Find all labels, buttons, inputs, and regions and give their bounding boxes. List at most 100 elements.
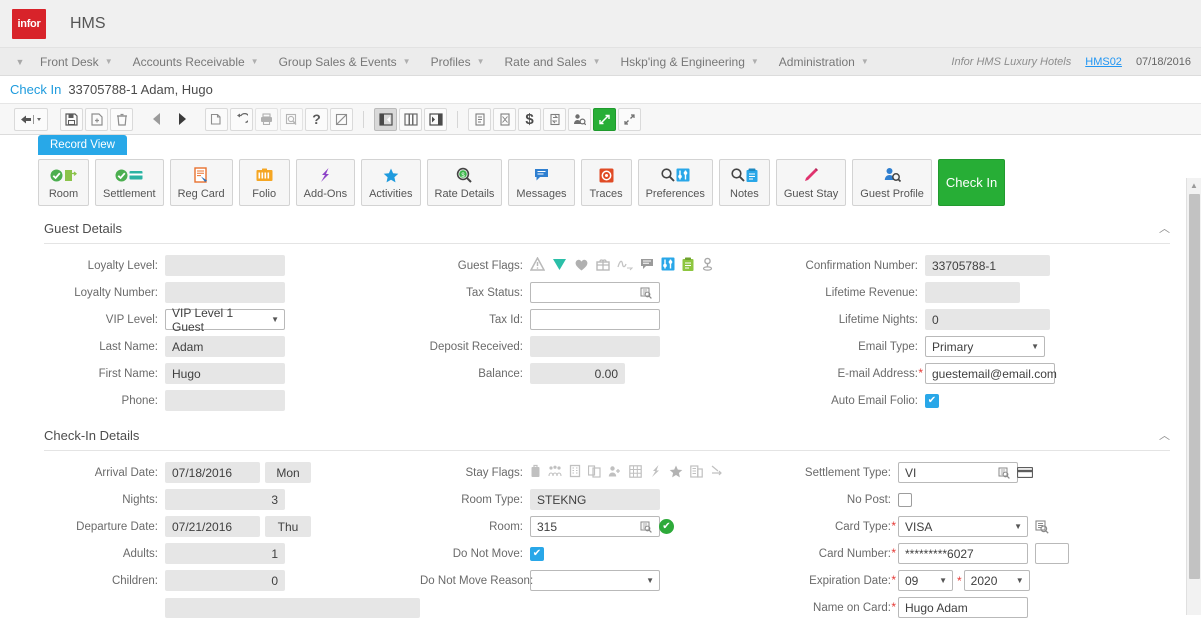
heart-icon[interactable]: [574, 258, 589, 274]
property-link[interactable]: HMS02: [1085, 56, 1122, 68]
expand-button[interactable]: [593, 108, 616, 131]
action-settlement-button[interactable]: Settlement: [95, 159, 164, 206]
tax-id-input[interactable]: [530, 309, 660, 330]
help-button[interactable]: ?: [305, 108, 328, 131]
notes-button[interactable]: [330, 108, 353, 131]
vip-level-select[interactable]: VIP Level 1 Guest ▼: [165, 309, 285, 330]
menu-item-rate-and-sales[interactable]: Rate and Sales ▼: [495, 48, 611, 76]
first-name-input[interactable]: Hugo: [165, 363, 285, 384]
deposit-received-input[interactable]: [530, 336, 660, 357]
departure-date-input[interactable]: 07/21/2016: [165, 516, 260, 537]
no-move-icon[interactable]: [710, 465, 723, 481]
lifetime-nights-input[interactable]: 0: [925, 309, 1050, 330]
preferences-blue-icon[interactable]: [661, 257, 675, 274]
card-lookup-icon[interactable]: [1035, 520, 1049, 534]
action-room-button[interactable]: Room: [38, 159, 89, 206]
card-cvv-input[interactable]: [1035, 543, 1069, 564]
card-type-select[interactable]: VISA ▼: [898, 516, 1028, 537]
copy-button[interactable]: [205, 108, 228, 131]
save-button[interactable]: [60, 108, 83, 131]
lifetime-revenue-input[interactable]: [925, 282, 1020, 303]
action-guest-profile-button[interactable]: Guest Profile: [852, 159, 932, 206]
room-type-input[interactable]: STEKNG: [530, 489, 660, 510]
menu-collapse-caret-icon[interactable]: ▼: [10, 57, 30, 67]
checkout-doc-button[interactable]: [493, 108, 516, 131]
action-preferences-button[interactable]: Preferences: [638, 159, 713, 206]
do-not-move-reason-select[interactable]: ▼: [530, 570, 660, 591]
previous-record-button[interactable]: [145, 108, 168, 131]
lookup-icon[interactable]: [998, 467, 1010, 479]
search-button[interactable]: [280, 108, 303, 131]
checkin-doc-button[interactable]: [468, 108, 491, 131]
location-pin-icon[interactable]: [701, 257, 714, 274]
menu-item-administration[interactable]: Administration ▼: [769, 48, 879, 76]
adults-input[interactable]: 1: [165, 543, 285, 564]
chevron-up-icon[interactable]: ︿: [1159, 220, 1170, 236]
share-guest-icon[interactable]: [608, 465, 622, 481]
credit-card-icon[interactable]: [1017, 467, 1033, 478]
do-not-move-checkbox[interactable]: ✔: [530, 547, 544, 561]
action-add-ons-button[interactable]: Add-Ons: [296, 159, 355, 206]
room-move-button[interactable]: [543, 108, 566, 131]
nights-input[interactable]: 3: [165, 489, 285, 510]
scrollbar-thumb[interactable]: [1189, 194, 1200, 579]
expiration-year-select[interactable]: 2020 ▼: [964, 570, 1030, 591]
scroll-up-arrow-icon[interactable]: ▲: [1187, 178, 1201, 192]
vertical-scrollbar[interactable]: ▲: [1186, 178, 1201, 615]
back-button[interactable]: [14, 108, 48, 131]
tab-record-view[interactable]: Record View: [38, 135, 127, 155]
arrival-date-input[interactable]: 07/18/2016: [165, 462, 260, 483]
menu-item-accounts-receivable[interactable]: Accounts Receivable ▼: [123, 48, 269, 76]
new-record-button[interactable]: [85, 108, 108, 131]
action-messages-button[interactable]: Messages: [508, 159, 574, 206]
warning-triangle-icon[interactable]: [530, 257, 545, 274]
menu-item-hskping-engineering[interactable]: Hskp'ing & Engineering ▼: [611, 48, 769, 76]
group-icon[interactable]: [548, 465, 562, 481]
copy-rooms-icon[interactable]: [588, 465, 601, 481]
email-type-select[interactable]: Primary ▼: [925, 336, 1045, 357]
guest-lookup-button[interactable]: [568, 108, 591, 131]
lookup-icon[interactable]: [640, 521, 652, 533]
confirmation-number-input[interactable]: 33705788-1: [925, 255, 1050, 276]
speech-flag-icon[interactable]: [640, 258, 654, 274]
children-input[interactable]: 0: [165, 570, 285, 591]
undo-button[interactable]: [230, 108, 253, 131]
panel-split-button[interactable]: [399, 108, 422, 131]
no-post-checkbox[interactable]: [898, 493, 912, 507]
company-icon[interactable]: [690, 465, 703, 481]
page-title-link[interactable]: Check In: [10, 82, 61, 97]
action-guest-stay-button[interactable]: Guest Stay: [776, 159, 846, 206]
collapse-button[interactable]: [618, 108, 641, 131]
grid-icon[interactable]: [629, 465, 642, 481]
expiration-month-select[interactable]: 09 ▼: [898, 570, 953, 591]
lookup-icon[interactable]: [640, 287, 652, 299]
building-icon[interactable]: [569, 464, 581, 481]
action-activities-button[interactable]: Activities: [361, 159, 420, 206]
delete-button[interactable]: [110, 108, 133, 131]
action-reg-card-button[interactable]: Reg Card: [170, 159, 233, 206]
print-button[interactable]: [255, 108, 278, 131]
action-traces-button[interactable]: Traces: [581, 159, 632, 206]
clipboard-green-icon[interactable]: [682, 257, 694, 275]
action-notes-button[interactable]: Notes: [719, 159, 770, 206]
loyalty-level-input[interactable]: [165, 255, 285, 276]
last-name-input[interactable]: Adam: [165, 336, 285, 357]
loyalty-number-input[interactable]: [165, 282, 285, 303]
upgrade-arrow-icon[interactable]: [649, 464, 662, 481]
balance-input[interactable]: 0.00: [530, 363, 625, 384]
down-triangle-icon[interactable]: [552, 257, 567, 274]
action-folio-button[interactable]: Folio: [239, 159, 290, 206]
star-icon[interactable]: [669, 465, 683, 481]
gift-icon[interactable]: [596, 257, 610, 274]
menu-item-group-sales-events[interactable]: Group Sales & Events ▼: [269, 48, 421, 76]
next-record-button[interactable]: [170, 108, 193, 131]
check-in-button[interactable]: Check In: [938, 159, 1005, 206]
email-address-input[interactable]: guestemail@email.com: [925, 363, 1055, 384]
chevron-up-icon[interactable]: ︿: [1159, 427, 1170, 443]
auto-email-folio-checkbox[interactable]: ✔: [925, 394, 939, 408]
card-number-input[interactable]: *********6027: [898, 543, 1028, 564]
phone-input[interactable]: [165, 390, 285, 411]
panel-left-button[interactable]: [374, 108, 397, 131]
menu-item-front-desk[interactable]: Front Desk ▼: [30, 48, 123, 76]
action-rate-details-button[interactable]: $ Rate Details: [427, 159, 503, 206]
